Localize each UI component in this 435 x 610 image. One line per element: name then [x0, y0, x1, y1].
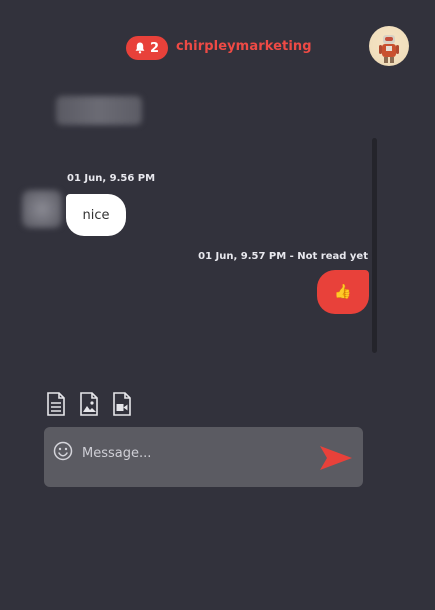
notification-badge[interactable]: 2 [126, 36, 168, 60]
robot-avatar-icon [379, 35, 399, 63]
username-link[interactable]: chirpleymarketing [176, 39, 312, 54]
chat-header: 2 chirpleymarketing [126, 26, 411, 70]
bell-icon [135, 42, 145, 54]
chat-partner-name-blurred [56, 96, 142, 125]
document-icon[interactable] [45, 392, 67, 416]
smiley-icon[interactable] [53, 441, 73, 461]
message-timestamp: 01 Jun, 9.56 PM [67, 173, 156, 184]
thumbs-up-icon: 👍 [334, 284, 352, 300]
message-input[interactable] [80, 440, 304, 466]
user-avatar[interactable] [369, 26, 409, 66]
partner-avatar-blurred [22, 190, 62, 228]
message-text: nice [82, 207, 110, 223]
notification-count: 2 [149, 40, 160, 56]
outgoing-message-bubble: 👍 [317, 270, 369, 314]
message-composer [44, 427, 363, 487]
scrollbar[interactable] [372, 138, 377, 353]
image-icon[interactable] [78, 392, 100, 416]
message-timestamp-status: 01 Jun, 9.57 PM - Not read yet [198, 251, 368, 262]
incoming-message-bubble: nice [66, 194, 126, 236]
video-icon[interactable] [111, 392, 133, 416]
send-arrow-icon[interactable] [320, 444, 352, 472]
